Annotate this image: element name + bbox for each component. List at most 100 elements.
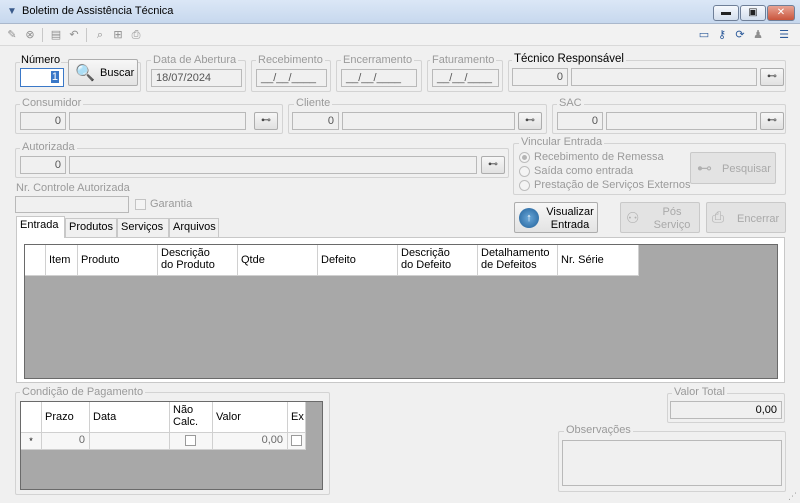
nao-calc-checkbox[interactable] — [185, 435, 196, 446]
grid-column-header[interactable]: Detalhamento de Defeitos — [478, 245, 558, 275]
sac-code-field[interactable]: 0 — [557, 112, 603, 130]
garantia-label: Garantia — [150, 198, 193, 210]
ex-checkbox[interactable] — [291, 435, 302, 446]
sac-lookup-button[interactable]: ⊷ — [760, 112, 784, 130]
grid-column-header[interactable]: Não Calc. — [170, 402, 213, 432]
pesquisar-button[interactable]: ⊷ Pesquisar — [690, 152, 776, 184]
pagamento-label: Condição de Pagamento — [20, 386, 146, 398]
entrada-grid[interactable]: Item Produto Descrição do Produto Qtde De… — [24, 244, 778, 379]
autorizada-lookup-button[interactable]: ⊷ — [481, 156, 505, 174]
valor-total-label: Valor Total — [672, 386, 727, 398]
save-icon[interactable]: ▤ — [48, 27, 64, 43]
row-indicator: * — [21, 433, 42, 450]
title-bar: ▼ Boletim de Assistência Técnica ▬ ▣ ✕ — [0, 0, 800, 24]
observacoes-label: Observações — [564, 424, 633, 436]
radio-recebimento-remessa[interactable] — [519, 152, 530, 163]
new-icon[interactable]: ✎ — [4, 27, 20, 43]
cliente-code-field[interactable]: 0 — [292, 112, 339, 130]
grid-column-header[interactable]: Valor — [213, 402, 288, 432]
tab-arquivos[interactable]: Arquivos — [169, 218, 219, 237]
visualizar-label-line2: Entrada — [550, 219, 590, 231]
cliente-lookup-button[interactable]: ⊷ — [518, 112, 542, 130]
close-button[interactable]: ✕ — [767, 5, 795, 21]
toolbar: ✎ ⊗ ▤ ↶ ⌕ ⊞ ⎙ ▭ ⚷ ⟳ ♟ ☰ — [0, 24, 800, 46]
radio-label: Recebimento de Remessa — [534, 151, 664, 163]
nr-controle-field[interactable] — [15, 196, 129, 213]
people-icon: ⚇ — [626, 210, 640, 227]
recebimento-field[interactable]: __/__/____ — [256, 69, 327, 87]
tab-servicos[interactable]: Serviços — [117, 218, 169, 237]
faturamento-field[interactable]: __/__/____ — [432, 69, 499, 87]
observacoes-textarea[interactable] — [562, 440, 782, 486]
encerramento-field[interactable]: __/__/____ — [341, 69, 417, 87]
tecnico-label: Técnico Responsável — [512, 53, 626, 65]
tab-entrada[interactable]: Entrada — [16, 216, 65, 238]
tab-panel-entrada: Item Produto Descrição do Produto Qtde De… — [16, 237, 785, 383]
app-icon: ▼ — [7, 6, 17, 17]
grid-column-header[interactable]: Prazo — [42, 402, 90, 432]
binoculars-icon: ⊷ — [488, 159, 498, 170]
undo-icon[interactable]: ↶ — [66, 27, 82, 43]
printer-icon: ⎙ — [712, 209, 725, 226]
binoculars-icon: ⊷ — [261, 115, 271, 126]
table-row[interactable]: * 0 0,00 — [21, 433, 306, 450]
grid-indicator-column — [21, 402, 42, 432]
nao-calc-cell[interactable] — [170, 433, 213, 450]
radio-saida-entrada[interactable] — [519, 166, 530, 177]
radio-label: Saída como entrada — [534, 165, 634, 177]
consumidor-code-field[interactable]: 0 — [20, 112, 66, 130]
entrada-grid-header: Item Produto Descrição do Produto Qtde De… — [25, 245, 639, 276]
grid-column-header[interactable]: Item — [46, 245, 78, 275]
refresh-icon[interactable]: ⟳ — [732, 27, 748, 43]
prazo-cell[interactable]: 0 — [42, 433, 90, 450]
recebimento-label: Recebimento — [256, 54, 325, 66]
info-icon: ↑ — [519, 208, 539, 228]
sac-label: SAC — [557, 97, 584, 109]
tecnico-name-field — [571, 68, 757, 86]
menu-icon[interactable]: ☰ — [776, 27, 792, 43]
tecnico-code-field[interactable]: 0 — [512, 68, 568, 86]
visualizar-entrada-button[interactable]: ↑ Visualizar Entrada — [514, 202, 598, 233]
ex-cell[interactable] — [288, 433, 306, 450]
print-icon[interactable]: ⎙ — [128, 27, 144, 43]
autorizada-code-field[interactable]: 0 — [20, 156, 66, 174]
garantia-checkbox[interactable] — [135, 199, 146, 210]
valor-cell[interactable]: 0,00 — [213, 433, 288, 450]
grid-column-header[interactable]: Defeito — [318, 245, 398, 275]
key-icon[interactable]: ⚷ — [714, 27, 730, 43]
radio-prestacao-servicos[interactable] — [519, 180, 530, 191]
tecnico-lookup-button[interactable]: ⊷ — [760, 68, 784, 86]
grid-column-header[interactable]: Ex — [288, 402, 306, 432]
pagamento-grid[interactable]: Prazo Data Não Calc. Valor Ex * 0 0,00 — [20, 401, 323, 490]
delete-icon[interactable]: ⊗ — [22, 27, 38, 43]
user-icon[interactable]: ♟ — [750, 27, 766, 43]
filter-icon[interactable]: ⊞ — [110, 27, 126, 43]
grid-column-header[interactable]: Produto — [78, 245, 158, 275]
binoculars-icon: ⊷ — [525, 115, 535, 126]
tab-produtos[interactable]: Produtos — [65, 218, 117, 237]
data-abertura-field: 18/07/2024 — [151, 69, 242, 87]
buscar-button[interactable]: 🔍 Buscar — [68, 59, 138, 86]
cards-icon[interactable]: ▭ — [696, 27, 712, 43]
resize-grip-icon[interactable]: ⋰ — [788, 491, 797, 502]
vincular-label: Vincular Entrada — [519, 136, 605, 148]
toolbar-separator — [86, 28, 87, 42]
grid-column-header[interactable]: Nr. Série — [558, 245, 639, 275]
data-cell[interactable] — [90, 433, 170, 450]
grid-scroll-area — [308, 402, 322, 489]
numero-input[interactable]: 1 — [20, 68, 64, 87]
search-icon[interactable]: ⌕ — [92, 27, 108, 43]
pagamento-grid-header: Prazo Data Não Calc. Valor Ex — [21, 402, 306, 433]
grid-column-header[interactable]: Data — [90, 402, 170, 432]
minimize-button[interactable]: ▬ — [713, 5, 739, 21]
consumidor-lookup-button[interactable]: ⊷ — [254, 112, 278, 130]
buscar-button-label: Buscar — [100, 67, 135, 79]
maximize-button[interactable]: ▣ — [740, 5, 766, 21]
encerrar-button[interactable]: ⎙ Encerrar — [706, 202, 786, 233]
grid-column-header[interactable]: Qtde — [238, 245, 318, 275]
grid-column-header[interactable]: Descrição do Produto — [158, 245, 238, 275]
grid-column-header[interactable]: Descrição do Defeito — [398, 245, 478, 275]
window-title: Boletim de Assistência Técnica — [22, 5, 174, 17]
pos-servico-button[interactable]: ⚇ Pós Serviço — [620, 202, 700, 233]
pesquisar-button-label: Pesquisar — [722, 163, 771, 175]
